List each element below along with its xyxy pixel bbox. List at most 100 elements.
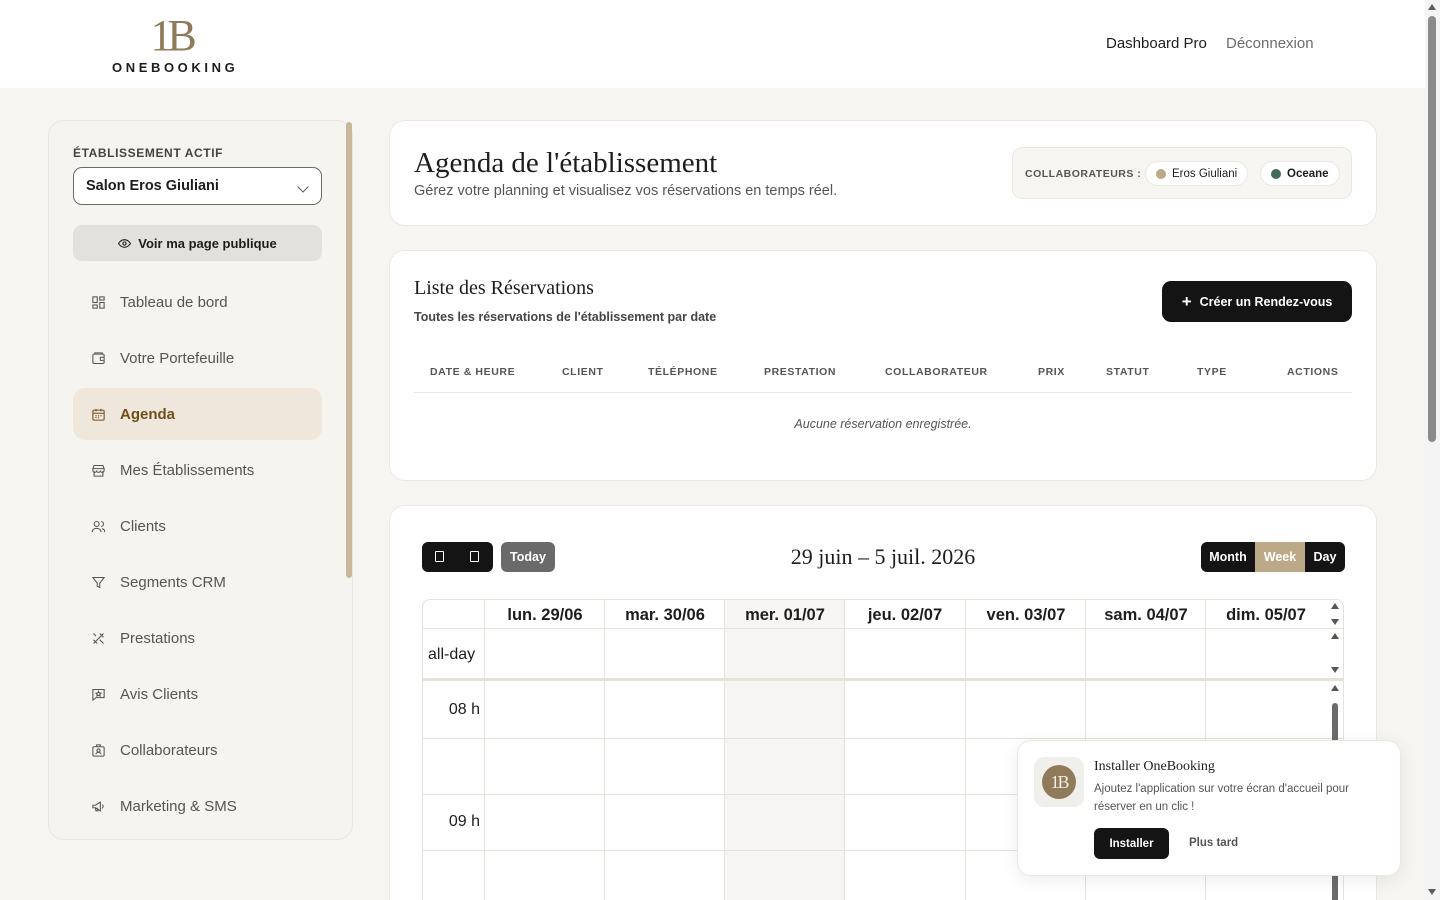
sidebar-item-dashboard[interactable]: Tableau de bord bbox=[73, 276, 322, 328]
column-header: DATE & HEURE bbox=[430, 366, 516, 378]
scroll-down-arrow-icon[interactable] bbox=[1331, 667, 1339, 673]
sidebar-scrollbar-thumb[interactable] bbox=[346, 122, 352, 578]
sidebar-item-label: Mes Établissements bbox=[120, 461, 255, 479]
sidebar-item-label: Marketing & SMS bbox=[120, 797, 237, 815]
filter-icon bbox=[91, 575, 106, 590]
sidebar-item-establishments[interactable]: Mes Établissements bbox=[73, 444, 322, 496]
scroll-up-arrow-icon[interactable] bbox=[1331, 633, 1339, 639]
scroll-up-arrow-icon[interactable] bbox=[1428, 4, 1436, 10]
collaborator-chip[interactable]: Eros Giuliani bbox=[1145, 161, 1249, 186]
later-button[interactable]: Plus tard bbox=[1189, 837, 1238, 849]
sidebar-item-label: Votre Portefeuille bbox=[120, 349, 235, 367]
sidebar-item-marketing[interactable]: Marketing & SMS bbox=[73, 780, 322, 832]
collaborator-color-dot bbox=[1271, 168, 1281, 179]
allday-label: all-day bbox=[428, 646, 476, 663]
day-header: mar. 30/06 bbox=[625, 606, 705, 624]
sidebar-item-label: Tableau de bord bbox=[120, 293, 228, 311]
view-public-page-button[interactable]: Voir ma page publique bbox=[73, 225, 322, 261]
page-scrollbar-thumb[interactable] bbox=[1428, 16, 1436, 442]
reservations-title: Liste des Réservations bbox=[414, 277, 594, 299]
collaborators-label: COLLABORATEURS : bbox=[1025, 168, 1142, 180]
allday-divider bbox=[423, 678, 1343, 681]
nav-dashboard-pro-link[interactable]: Dashboard Pro bbox=[1106, 35, 1207, 52]
tools-icon bbox=[91, 631, 106, 646]
grid-line bbox=[423, 738, 1343, 739]
sidebar-item-label: Prestations bbox=[120, 629, 196, 647]
sidebar-item-label: Clients bbox=[120, 517, 166, 535]
wallet-icon bbox=[91, 351, 106, 366]
sidebar-item-reviews[interactable]: Avis Clients bbox=[73, 668, 322, 720]
install-button[interactable]: Installer bbox=[1094, 828, 1169, 859]
day-column[interactable]: lun. 29/06 bbox=[484, 600, 605, 900]
create-appointment-label: Créer un Rendez-vous bbox=[1199, 294, 1333, 309]
megaphone-icon bbox=[91, 799, 106, 814]
day-header: jeu. 02/07 bbox=[867, 606, 943, 624]
logo-text: ONEBOOKING bbox=[112, 60, 239, 75]
view-month-button[interactable]: Month bbox=[1201, 542, 1255, 572]
store-icon bbox=[91, 463, 106, 478]
sidebar-item-clients[interactable]: Clients bbox=[73, 500, 322, 552]
users-icon bbox=[91, 519, 106, 534]
scroll-up-arrow-icon[interactable] bbox=[1331, 603, 1339, 609]
column-header: STATUT bbox=[1106, 366, 1150, 378]
install-app-popup: 1B Installer OneBooking Ajoutez l'applic… bbox=[1017, 740, 1401, 876]
day-column[interactable]: mar. 30/06 bbox=[604, 600, 725, 900]
sidebar-item-services[interactable]: Prestations bbox=[73, 612, 322, 664]
sidebar-item-label: Agenda bbox=[120, 405, 176, 423]
day-column[interactable]: jeu. 02/07 bbox=[844, 600, 965, 900]
collaborator-name: Eros Giuliani bbox=[1172, 167, 1238, 180]
collaborator-chip[interactable]: Oceane bbox=[1260, 161, 1340, 186]
dashboard-icon bbox=[91, 295, 106, 310]
sidebar-item-wallet[interactable]: Votre Portefeuille bbox=[73, 332, 322, 384]
establishment-select[interactable]: Salon Eros Giuliani bbox=[73, 167, 322, 205]
day-header: mer. 01/07 bbox=[745, 606, 825, 624]
day-column-today[interactable]: mer. 01/07 bbox=[724, 600, 845, 900]
column-header: PRIX bbox=[1038, 366, 1065, 378]
page-subtitle: Gérez votre planning et visualisez vos r… bbox=[414, 183, 838, 199]
reservations-subtitle: Toutes les réservations de l'établisseme… bbox=[414, 310, 717, 324]
scroll-down-arrow-icon[interactable] bbox=[1331, 619, 1339, 625]
column-header: TYPE bbox=[1197, 366, 1227, 378]
establishment-select-value: Salon Eros Giuliani bbox=[86, 178, 219, 194]
eye-icon bbox=[118, 238, 132, 248]
active-establishment-label: ÉTABLISSEMENT ACTIF bbox=[73, 146, 224, 160]
logo-mark: 1B bbox=[150, 11, 196, 60]
column-header: COLLABORATEUR bbox=[885, 366, 988, 378]
sidebar-item-label: Collaborateurs bbox=[120, 741, 218, 759]
nav-logout-link[interactable]: Déconnexion bbox=[1226, 35, 1314, 52]
chevron-down-icon bbox=[297, 181, 309, 193]
calendar-view-switcher: Month Week Day bbox=[1201, 542, 1345, 572]
collaborator-name: Oceane bbox=[1287, 167, 1329, 180]
view-day-button[interactable]: Day bbox=[1305, 542, 1345, 572]
reservations-table-header: DATE & HEURE CLIENT TÉLÉPHONE PRESTATION… bbox=[414, 361, 1352, 393]
plus-icon: + bbox=[1181, 292, 1192, 311]
scroll-up-arrow-icon[interactable] bbox=[1331, 685, 1339, 691]
agenda-header-card: Agenda de l'établissement Gérez votre pl… bbox=[389, 120, 1377, 226]
app-logo-icon: 1B bbox=[1034, 757, 1084, 807]
column-header: ACTIONS bbox=[1287, 366, 1339, 378]
sidebar-item-collaborators[interactable]: Collaborateurs bbox=[73, 724, 322, 776]
scroll-down-arrow-icon[interactable] bbox=[1428, 889, 1436, 895]
day-header: ven. 03/07 bbox=[986, 606, 1066, 624]
day-header: lun. 29/06 bbox=[507, 606, 583, 624]
popup-text: Ajoutez l'application sur votre écran d'… bbox=[1094, 783, 1349, 813]
day-header: sam. 04/07 bbox=[1104, 606, 1188, 624]
top-header: 1B ONEBOOKING Dashboard Pro Déconnexion bbox=[0, 0, 1425, 88]
empty-reservations-message: Aucune réservation enregistrée. bbox=[794, 417, 972, 431]
view-week-button[interactable]: Week bbox=[1255, 542, 1305, 572]
grid-line bbox=[423, 628, 1343, 629]
calendar-icon bbox=[91, 407, 106, 422]
onebooking-logo[interactable]: 1B ONEBOOKING bbox=[112, 14, 236, 76]
sidebar-item-label: Segments CRM bbox=[120, 573, 226, 591]
sidebar-item-label: Avis Clients bbox=[120, 685, 199, 703]
column-header: CLIENT bbox=[562, 366, 604, 378]
collaborator-color-dot bbox=[1156, 168, 1166, 179]
page-scrollbar[interactable] bbox=[1425, 0, 1440, 900]
sidebar-item-agenda[interactable]: Agenda bbox=[73, 388, 322, 440]
sidebar-item-crm-segments[interactable]: Segments CRM bbox=[73, 556, 322, 608]
review-star-icon bbox=[91, 687, 106, 702]
page-title: Agenda de l'établissement bbox=[414, 147, 718, 179]
view-public-page-label: Voir ma page publique bbox=[138, 235, 277, 251]
create-appointment-button[interactable]: + Créer un Rendez-vous bbox=[1162, 281, 1352, 322]
column-header: TÉLÉPHONE bbox=[648, 366, 718, 378]
